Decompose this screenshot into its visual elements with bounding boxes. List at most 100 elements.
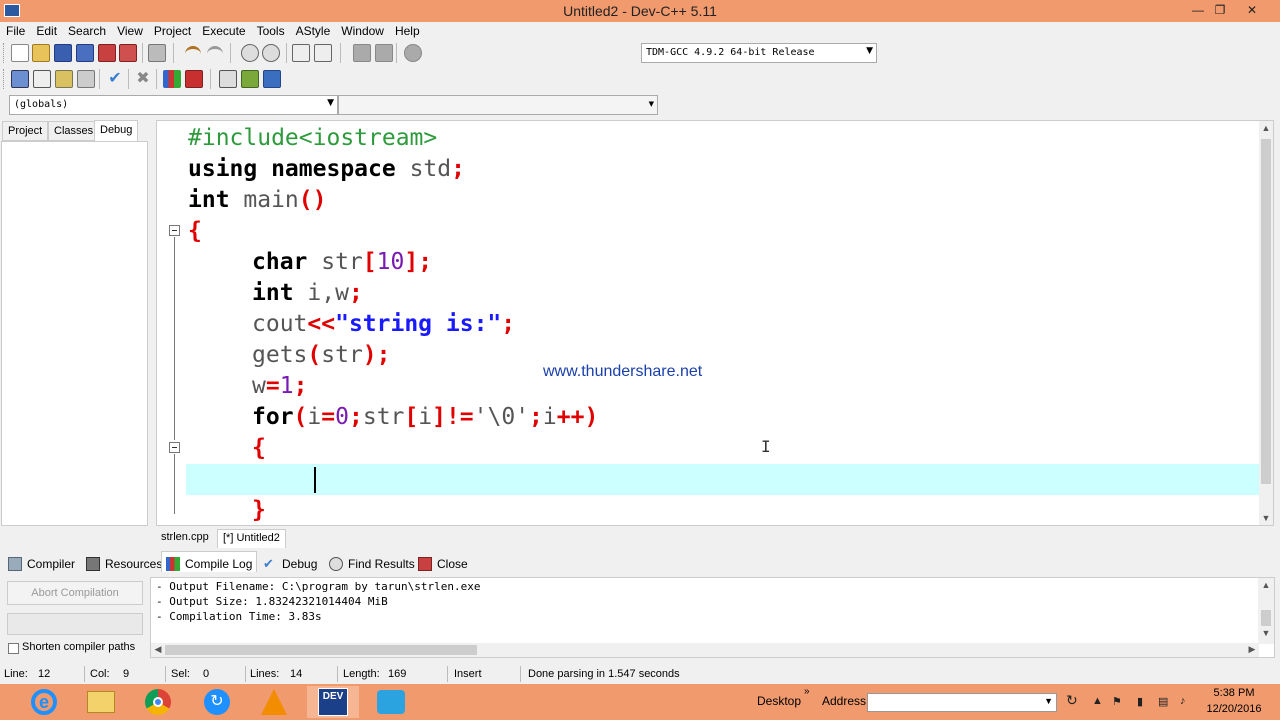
scroll-right-icon[interactable]: ▶ <box>1245 644 1259 655</box>
refresh-icon[interactable]: ↻ <box>1066 692 1078 709</box>
abort-compilation-button[interactable]: Abort Compilation <box>7 581 143 605</box>
check-syntax-icon[interactable]: ✔ <box>106 70 124 88</box>
compile-log[interactable]: - Output Filename: C:\program by tarun\s… <box>150 577 1275 658</box>
chevron-down-icon[interactable]: ▼ <box>1044 696 1053 706</box>
chevron-right-icon[interactable]: » <box>804 686 810 697</box>
file-tab-untitled2[interactable]: [*] Untitled2 <box>217 529 286 548</box>
goto-line-icon[interactable] <box>292 44 310 62</box>
file-tab-strlen[interactable]: strlen.cpp <box>156 529 214 548</box>
clock-date[interactable]: 12/20/2016 <box>1204 703 1264 715</box>
class-browser-icon[interactable] <box>77 70 95 88</box>
close-window-button[interactable]: ✕ <box>1240 2 1264 18</box>
close-all-icon[interactable] <box>119 44 137 62</box>
menu-tools[interactable]: Tools <box>251 22 290 38</box>
tab-debug-bottom[interactable]: ✔ Debug <box>259 552 321 573</box>
save-all-icon[interactable] <box>76 44 94 62</box>
toolbar-grip[interactable] <box>3 43 6 63</box>
menu-astyle[interactable]: AStyle <box>290 22 336 38</box>
menu-search[interactable]: Search <box>62 22 111 38</box>
devcpp-taskbar-app[interactable]: DEV <box>307 686 359 718</box>
scroll-thumb[interactable] <box>165 645 477 655</box>
open-file-icon[interactable] <box>32 44 50 62</box>
add-to-project-icon[interactable] <box>55 70 73 88</box>
toolbar-grip[interactable] <box>3 69 6 89</box>
tab-compiler[interactable]: Compiler <box>4 552 79 573</box>
fold-collapse-icon[interactable] <box>169 442 180 453</box>
menu-file[interactable]: File <box>0 22 30 38</box>
menu-project[interactable]: Project <box>148 22 196 38</box>
restore-button[interactable]: ❐ <box>1208 2 1232 18</box>
debug-icon[interactable] <box>263 70 281 88</box>
tab-debug[interactable]: Debug <box>94 120 139 142</box>
tab-classes[interactable]: Classes <box>48 121 100 141</box>
menu-window[interactable]: Window <box>335 22 389 38</box>
scroll-up-icon[interactable]: ▲ <box>1258 580 1274 590</box>
main-toolbar <box>0 40 640 66</box>
undo-icon[interactable] <box>185 46 201 58</box>
menu-help[interactable]: Help <box>389 22 425 38</box>
desktop-toolbar-label[interactable]: Desktop <box>757 694 801 708</box>
goto-icon[interactable] <box>219 70 237 88</box>
insert-icon[interactable] <box>314 44 332 62</box>
compile-run-icon[interactable] <box>185 70 203 88</box>
status-line-value: 12 <box>38 668 51 680</box>
log-vertical-scrollbar[interactable]: ▲ ▼ <box>1258 578 1274 644</box>
toolbar-separator <box>128 69 129 89</box>
identifier: i,w <box>293 280 349 306</box>
tab-project[interactable]: Project <box>2 121 49 141</box>
replace-icon[interactable] <box>262 44 280 62</box>
member-select[interactable]: ▼ <box>338 95 658 115</box>
flag-icon[interactable]: ⚑ <box>1112 695 1122 708</box>
tab-compile-log[interactable]: Compile Log <box>161 551 258 572</box>
shorten-paths-checkbox[interactable] <box>8 643 19 654</box>
compiler-select[interactable]: TDM-GCC 4.9.2 64-bit Release ▼ <box>641 43 877 63</box>
scroll-up-icon[interactable]: ▲ <box>1259 123 1273 133</box>
menu-execute[interactable]: Execute <box>196 22 250 38</box>
toggle-comment-icon[interactable] <box>404 44 422 62</box>
tab-resources[interactable]: Resources <box>82 552 166 573</box>
compile-icon[interactable] <box>163 70 181 88</box>
tab-find-results[interactable]: Find Results <box>325 552 419 573</box>
scroll-left-icon[interactable]: ◀ <box>151 644 165 655</box>
scroll-thumb[interactable] <box>1261 610 1271 626</box>
volume-icon[interactable]: ♪ <box>1180 695 1186 707</box>
editor-vertical-scrollbar[interactable]: ▲ ▼ <box>1259 121 1273 525</box>
indent-icon[interactable] <box>375 44 393 62</box>
save-icon[interactable] <box>54 44 72 62</box>
show-hidden-icons-icon[interactable]: ▲ <box>1092 695 1103 707</box>
menu-view[interactable]: View <box>111 22 148 38</box>
explorer-app[interactable] <box>75 686 127 718</box>
run-icon[interactable] <box>241 70 259 88</box>
print-icon[interactable] <box>148 44 166 62</box>
redo-icon[interactable] <box>207 46 223 58</box>
battery-icon[interactable]: ▮ <box>1137 695 1143 708</box>
chrome-app[interactable] <box>132 686 184 718</box>
address-input[interactable]: ▼ <box>867 693 1057 712</box>
minimize-button[interactable]: — <box>1186 2 1210 18</box>
scope-select[interactable]: (globals) ▼ <box>9 95 338 115</box>
new-file-icon[interactable] <box>11 44 29 62</box>
code-editor[interactable]: #include<iostream> using namespace std; … <box>156 120 1274 526</box>
network-icon[interactable]: ▤ <box>1158 695 1168 708</box>
menu-edit[interactable]: Edit <box>30 22 62 38</box>
find-icon[interactable] <box>241 44 259 62</box>
vlc-app[interactable] <box>248 686 300 718</box>
left-panel-content[interactable] <box>1 141 148 526</box>
log-horizontal-scrollbar[interactable]: ◀ ▶ <box>151 643 1259 657</box>
sync-app[interactable]: ↻ <box>191 686 243 718</box>
toolbar-separator <box>210 69 211 89</box>
project-options-icon[interactable] <box>33 70 51 88</box>
ie-app[interactable]: e <box>18 686 70 718</box>
close-file-icon[interactable] <box>98 44 116 62</box>
new-project-icon[interactable] <box>11 70 29 88</box>
scroll-down-icon[interactable]: ▼ <box>1258 628 1274 638</box>
scroll-thumb[interactable] <box>1261 139 1271 484</box>
identifier: main <box>229 187 299 213</box>
screen-recorder-app[interactable] <box>365 686 417 718</box>
fold-collapse-icon[interactable] <box>169 225 180 236</box>
unindent-icon[interactable] <box>353 44 371 62</box>
scroll-down-icon[interactable]: ▼ <box>1259 513 1273 523</box>
clock-time[interactable]: 5:38 PM <box>1212 687 1256 699</box>
stop-icon[interactable]: ✖ <box>134 70 152 88</box>
tab-close[interactable]: Close <box>414 552 472 573</box>
